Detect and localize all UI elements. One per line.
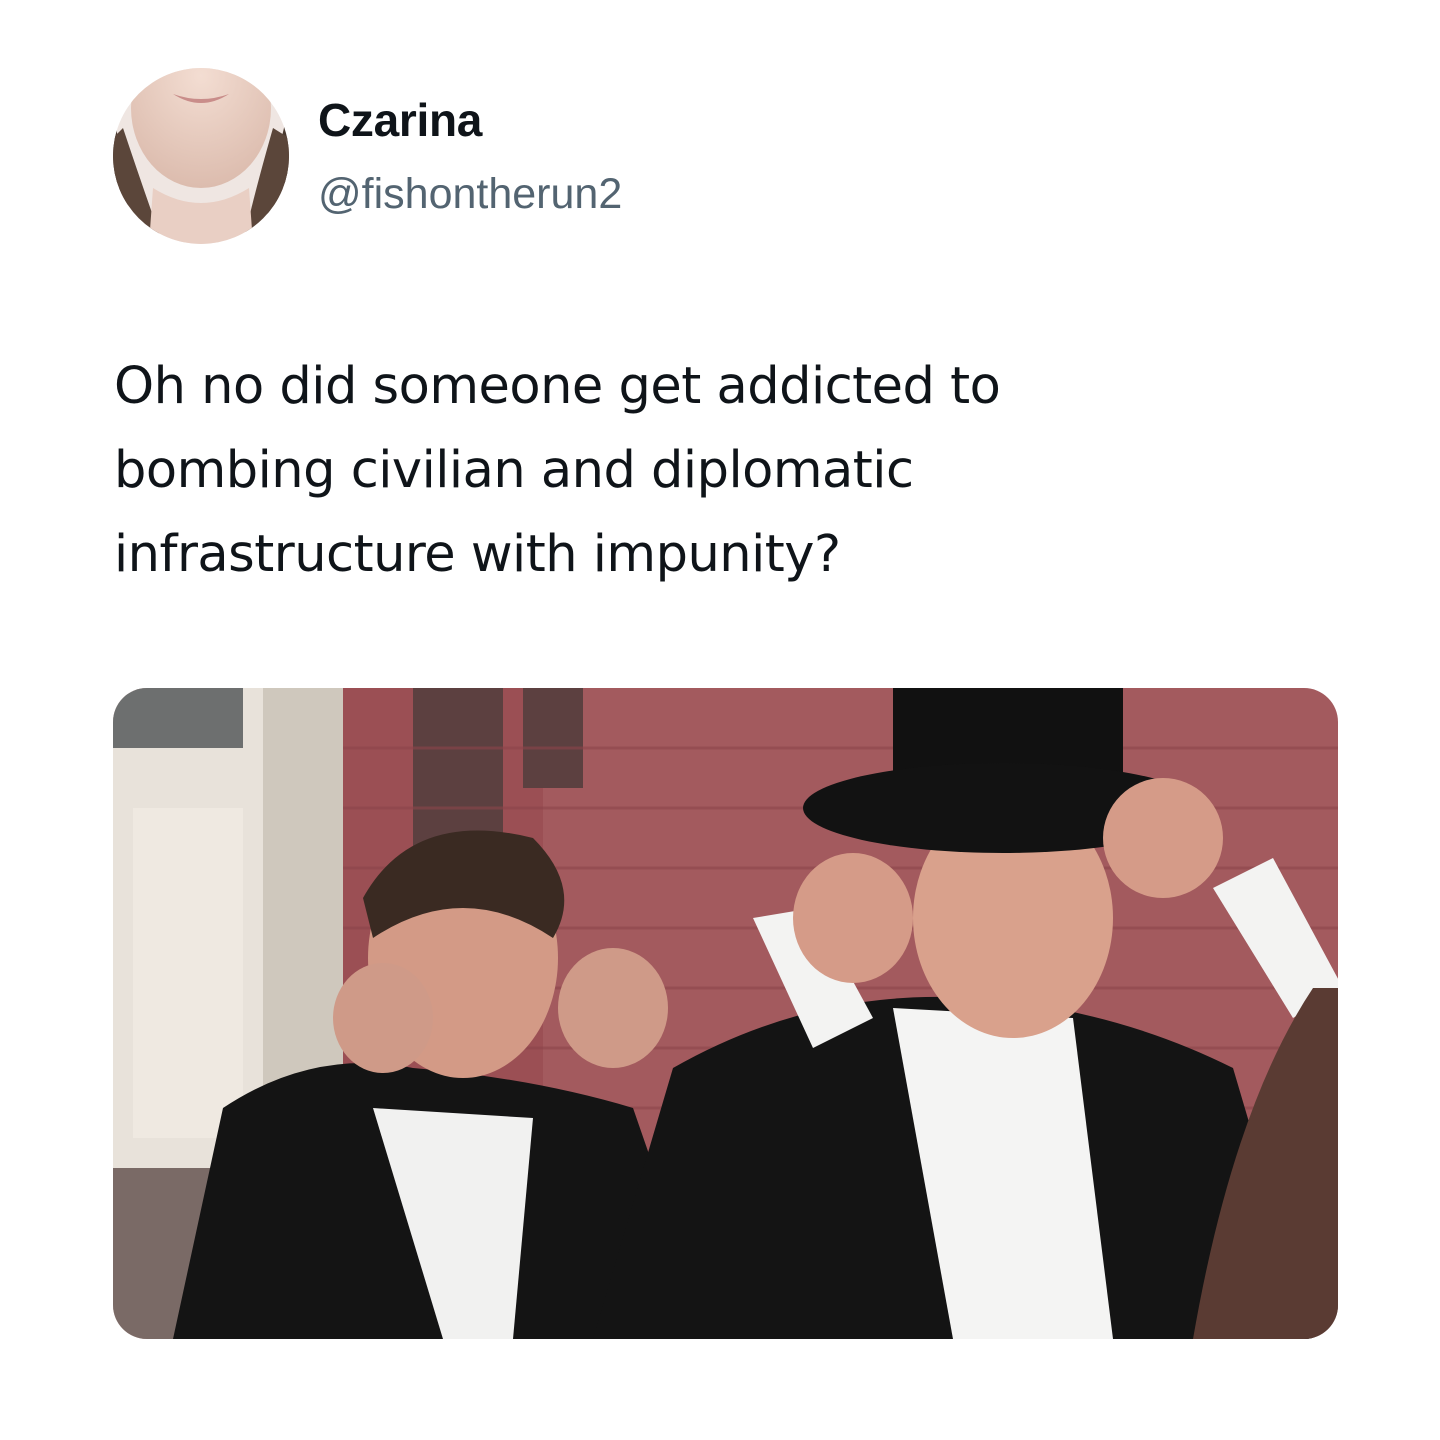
avatar[interactable] (113, 68, 289, 244)
author-display-name[interactable]: Czarina (318, 93, 482, 147)
tweet-text-line: infrastructure with impunity? (114, 525, 841, 584)
meme-photo-icon (113, 688, 1338, 1339)
tweet-card: Czarina @fishontherun2 Oh no did someone… (0, 0, 1440, 1440)
tweet-text: Oh no did someone get addicted to bombin… (114, 345, 1334, 597)
tweet-media-image[interactable] (113, 688, 1338, 1339)
tweet-text-line: bombing civilian and diplomatic (114, 441, 914, 500)
author-handle[interactable]: @fishontherun2 (318, 170, 622, 219)
tweet-text-line: Oh no did someone get addicted to (114, 357, 1001, 416)
